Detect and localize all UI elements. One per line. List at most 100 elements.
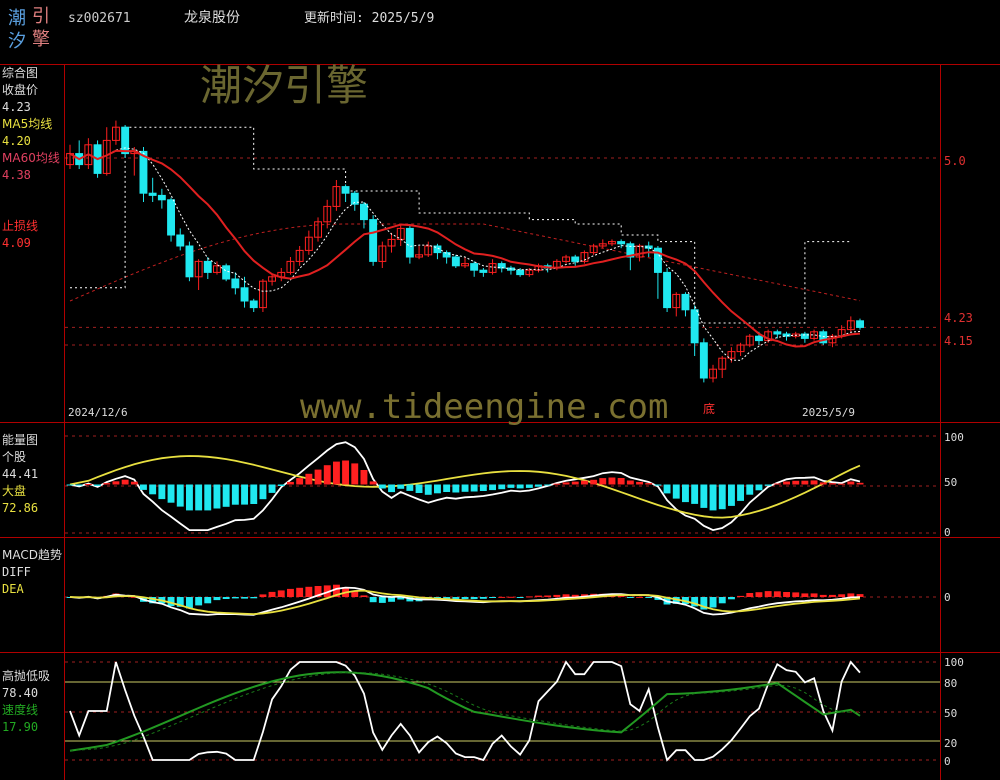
energy-bar (746, 484, 754, 495)
macd-bar (305, 586, 313, 597)
macd-bar (553, 594, 561, 597)
energy-bar (213, 484, 221, 509)
macd-bar (525, 596, 533, 598)
stop-line (70, 126, 851, 324)
candle-body (451, 256, 460, 267)
stock-code: sz002671 (68, 11, 131, 26)
energy-bar (66, 484, 74, 486)
energy-bar (434, 484, 441, 494)
energy-bar (103, 483, 111, 485)
energy-title: 能量图 (2, 433, 38, 447)
macd-bar (507, 596, 515, 598)
energy-tick-100: 100 (944, 431, 964, 444)
macd-bar (498, 596, 506, 598)
macd-bar (213, 597, 221, 601)
energy-bar (250, 484, 258, 504)
macd-bar (636, 596, 643, 598)
candle-body (571, 256, 580, 262)
macd-bar (369, 597, 377, 603)
energy-bar (305, 473, 313, 485)
energy-bar (140, 484, 147, 490)
macd-bar (296, 587, 304, 597)
energy-bar (507, 484, 515, 488)
energy-bar (571, 481, 579, 485)
energy-bar (645, 483, 653, 485)
candle-body (663, 271, 671, 309)
energy-bar (388, 484, 395, 493)
candle-body (617, 241, 626, 245)
energy-bar (231, 484, 239, 505)
energy-bar (599, 478, 607, 485)
candle-body (699, 342, 708, 379)
macd-bar (737, 595, 744, 597)
macd-bar (535, 595, 542, 597)
energy-bar (525, 484, 533, 488)
grid-lines (65, 157, 940, 761)
candle-body (516, 269, 525, 276)
price-tick-5: 5.0 (944, 154, 966, 168)
energy-bar (259, 484, 267, 500)
macd-bar (479, 597, 487, 599)
candle-body (176, 234, 185, 247)
energy-bar (792, 480, 800, 485)
osc-speed-label: 速度线 (2, 702, 38, 717)
energy-bar (167, 484, 175, 503)
candle-body (167, 199, 176, 236)
macd-bar (801, 593, 809, 597)
macd-bar (489, 597, 496, 598)
macd-bar (544, 595, 552, 597)
energy-bar (838, 483, 846, 485)
energy-bar (333, 461, 340, 485)
macd-bar (195, 597, 203, 606)
energy-market-value: 72.86 (2, 501, 38, 515)
macd-bar (259, 594, 267, 597)
energy-bar (636, 481, 643, 485)
energy-bar (351, 463, 359, 485)
energy-bar (810, 480, 818, 485)
energy-bar (241, 484, 248, 505)
energy-bar (121, 479, 129, 485)
price-tick-415: 4.15 (944, 334, 973, 348)
energy-bar (158, 484, 166, 500)
energy-bar (415, 484, 423, 493)
main-title: 综合图 (2, 65, 38, 80)
energy-bar (856, 482, 864, 485)
macd-bar (268, 591, 276, 597)
candle-body (341, 186, 350, 194)
macd-dea-label: DEA (2, 582, 24, 596)
energy-bar (406, 484, 414, 491)
price-tick-423: 4.23 (944, 311, 973, 325)
energy-bar (737, 484, 744, 501)
close-label: 收盘价 (2, 82, 38, 97)
candle-body (690, 309, 699, 344)
macd-bar (204, 597, 212, 604)
energy-bar (709, 484, 717, 511)
candle-body (203, 260, 212, 273)
energy-bar (186, 484, 193, 511)
energy-bar (94, 484, 101, 486)
energy-bar (553, 483, 561, 485)
energy-bar (764, 484, 772, 486)
macd-bar (378, 597, 386, 603)
macd-diff-label: DIFF (2, 565, 31, 579)
close-value: 4.23 (2, 100, 31, 114)
energy-bar (562, 482, 570, 485)
energy-bar (608, 477, 616, 485)
energy-bar (654, 484, 662, 486)
logo-char-4: 擎 (32, 29, 50, 50)
macd-title: MACD趋势 (2, 548, 62, 562)
bottom-marker: 底 (703, 401, 715, 416)
energy-bar (222, 484, 230, 507)
energy-bar (728, 484, 735, 506)
stock-chart: 潮 引 汐 擎 sz002671 龙泉股份 更新时间: 2025/5/9 潮汐引… (0, 6, 1000, 780)
energy-tick-0: 0 (944, 526, 951, 539)
energy-bar (783, 481, 790, 485)
candle-body (405, 227, 414, 258)
candle-body (222, 265, 231, 280)
macd-bar (250, 597, 258, 599)
macd-tick-0: 0 (944, 591, 951, 604)
ma5-value: 4.20 (2, 134, 31, 148)
energy-bar (626, 480, 634, 485)
energy-bar (773, 483, 781, 485)
energy-bar (498, 484, 506, 490)
